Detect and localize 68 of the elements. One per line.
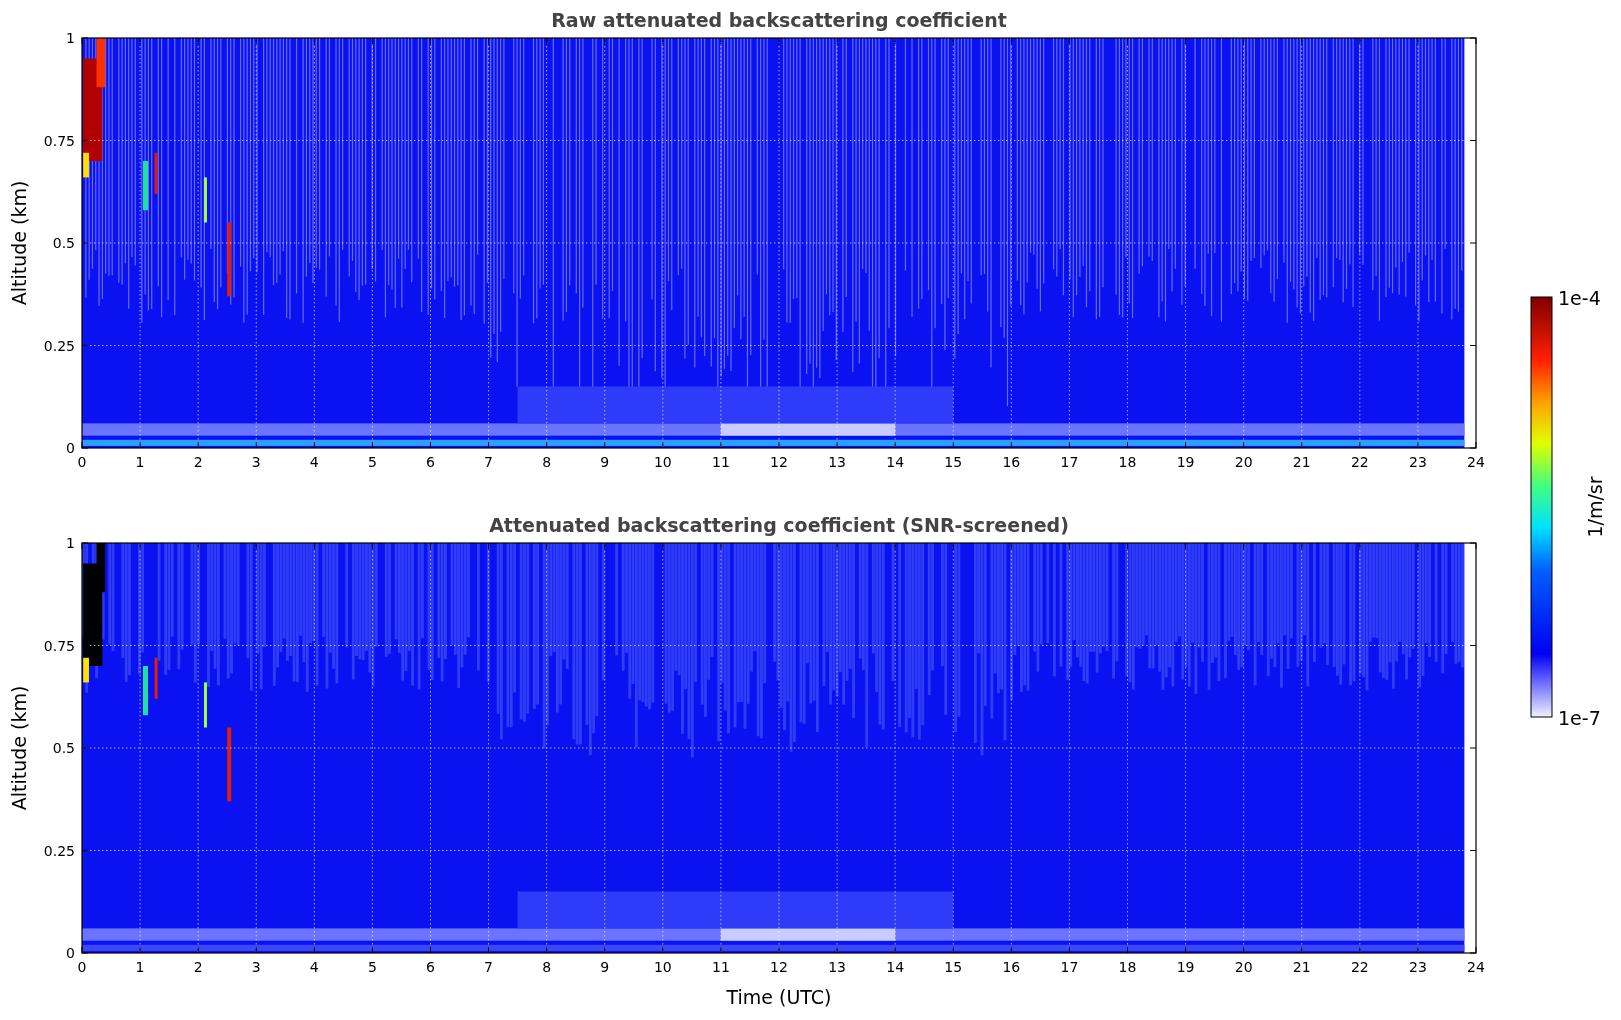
tick-label: 0.75 bbox=[43, 637, 75, 654]
tick-label: 23 bbox=[1409, 454, 1427, 470]
tick-label: 1 bbox=[66, 30, 75, 46]
tick-label: 0 bbox=[77, 454, 87, 470]
tick-label: 5 bbox=[367, 454, 377, 470]
tick-label: 15 bbox=[944, 959, 963, 975]
tick-label: 5 bbox=[367, 959, 377, 975]
tick-label: 0.5 bbox=[52, 235, 75, 251]
tick-label: 11 bbox=[712, 454, 730, 470]
tick-label: 13 bbox=[828, 454, 846, 470]
tick-label: 21 bbox=[1292, 959, 1311, 975]
tick-label: 20 bbox=[1234, 959, 1253, 975]
tick-label: 16 bbox=[1002, 959, 1021, 975]
tick-label: 10 bbox=[653, 959, 672, 975]
axis-label: Altitude (km) bbox=[8, 685, 30, 811]
tick-label: 0.5 bbox=[52, 740, 75, 756]
tick-label: 12 bbox=[770, 454, 788, 470]
tick-label: 6 bbox=[426, 959, 435, 975]
tick-label: 12 bbox=[770, 959, 788, 975]
axis-label: Time (UTC) bbox=[726, 986, 832, 1008]
tick-label: 21 bbox=[1292, 454, 1311, 470]
tick-label: 23 bbox=[1409, 959, 1427, 975]
tick-label: 2 bbox=[193, 959, 203, 975]
tick-label: 11 bbox=[712, 959, 730, 975]
tick-label: 1 bbox=[135, 959, 145, 975]
tick-label: 14 bbox=[886, 959, 905, 975]
tick-label: 16 bbox=[1002, 454, 1021, 470]
tick-label: 1 bbox=[135, 454, 145, 470]
tick-label: 7 bbox=[484, 454, 494, 470]
tick-label: 1e-7 bbox=[1558, 707, 1601, 729]
panel-title: Raw attenuated backscattering coefficient bbox=[551, 9, 1007, 31]
axis-label: Altitude (km) bbox=[8, 180, 30, 306]
tick-label: 3 bbox=[251, 959, 261, 975]
tick-label: 18 bbox=[1118, 454, 1137, 470]
tick-label: 15 bbox=[944, 454, 963, 470]
colorbar-label: 1/m/sr bbox=[1584, 476, 1606, 538]
tick-label: 0.25 bbox=[43, 842, 75, 859]
panel-title: Attenuated backscattering coefficient (SNR-screened) bbox=[489, 514, 1069, 536]
tick-label: 3 bbox=[251, 454, 261, 470]
tick-label: 8 bbox=[542, 959, 552, 975]
tick-label: 17 bbox=[1060, 959, 1079, 975]
tick-label: 22 bbox=[1350, 959, 1369, 975]
tick-label: 1e-4 bbox=[1558, 287, 1601, 309]
tick-label: 6 bbox=[426, 454, 435, 470]
tick-label: 4 bbox=[309, 959, 319, 975]
tick-label: 8 bbox=[542, 454, 552, 470]
tick-label: 19 bbox=[1176, 959, 1195, 975]
tick-label: 24 bbox=[1467, 454, 1485, 470]
tick-label: 2 bbox=[193, 454, 203, 470]
tick-label: 4 bbox=[309, 454, 319, 470]
tick-label: 22 bbox=[1350, 454, 1369, 470]
tick-label: 13 bbox=[828, 959, 846, 975]
tick-label: 20 bbox=[1234, 454, 1253, 470]
tick-label: 7 bbox=[484, 959, 494, 975]
tick-label: 0 bbox=[77, 959, 87, 975]
tick-label: 10 bbox=[653, 454, 672, 470]
tick-label: 0.75 bbox=[43, 132, 75, 149]
tick-label: 1 bbox=[66, 535, 75, 551]
tick-label: 0 bbox=[66, 945, 75, 961]
tick-label: 17 bbox=[1060, 454, 1079, 470]
tick-label: 9 bbox=[600, 959, 610, 975]
tick-label: 14 bbox=[886, 454, 905, 470]
tick-label: 24 bbox=[1467, 959, 1485, 975]
tick-label: 9 bbox=[600, 454, 610, 470]
tick-label: 19 bbox=[1176, 454, 1195, 470]
tick-label: 18 bbox=[1118, 959, 1137, 975]
tick-label: 0 bbox=[66, 440, 75, 456]
tick-label: 0.25 bbox=[43, 337, 75, 354]
